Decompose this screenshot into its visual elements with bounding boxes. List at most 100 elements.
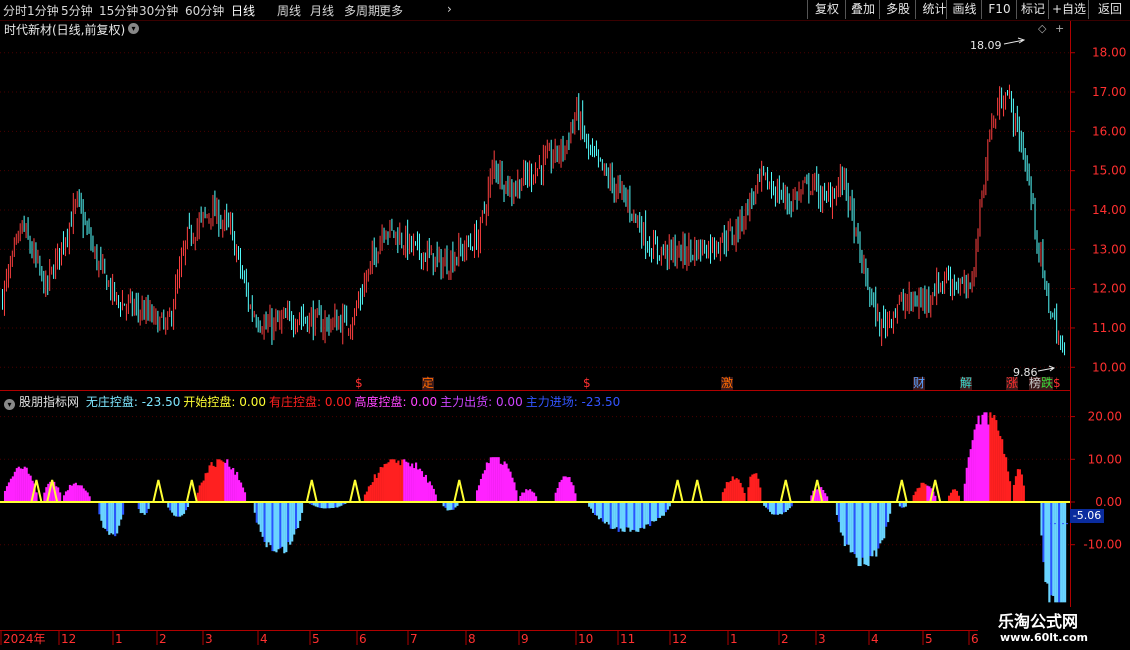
indicator-bar — [1008, 481, 1012, 502]
indicator-bar — [609, 502, 612, 529]
indicator-bar — [922, 482, 925, 502]
indicator-bar — [916, 488, 919, 502]
indicator-bar — [78, 485, 81, 502]
indicator-bar — [662, 502, 665, 516]
indicator-bar — [883, 502, 886, 539]
indicator-bar — [13, 471, 16, 502]
signal-flag-1[interactable]: 定 — [422, 377, 435, 390]
signal-flag-4[interactable]: 财 — [913, 377, 926, 390]
indicator-bar — [770, 502, 774, 515]
indicator-bar — [499, 463, 502, 502]
price-tick-label: 14.00 — [1092, 203, 1126, 217]
signal-flag-8[interactable]: 跌 — [1041, 377, 1054, 390]
indicator-bar — [208, 465, 211, 502]
indicator-bar — [389, 459, 392, 502]
indicator-bar — [721, 492, 724, 502]
indicator-bar — [422, 476, 426, 502]
indicator-bar — [625, 502, 628, 528]
indicator-bar — [259, 502, 262, 532]
indicator-bar — [363, 494, 367, 502]
indicator-bar — [562, 476, 565, 502]
signal-flag-6[interactable]: 涨 — [1006, 377, 1019, 390]
indicator-bar — [647, 502, 650, 525]
indicator-bar — [859, 502, 862, 567]
indicator-bar — [234, 474, 237, 502]
indicator-bar — [749, 476, 752, 502]
indicator-bar — [495, 457, 498, 502]
indicator-bar — [1044, 502, 1047, 583]
indicator-bar — [108, 502, 111, 535]
chart-canvas[interactable]: 10.0011.0012.0013.0014.0015.0016.0017.00… — [0, 0, 1130, 650]
indicator-bar — [651, 502, 654, 522]
indicator-bar — [881, 502, 884, 541]
indicator-bar — [1062, 502, 1065, 603]
indicator-bar — [279, 502, 282, 549]
indicator-bar — [300, 502, 304, 513]
indicator-bar — [11, 476, 15, 502]
signal-flag-7[interactable]: 榜 — [1029, 377, 1042, 390]
indicator-bar — [62, 495, 66, 502]
indicator-bar — [1060, 502, 1063, 603]
indicator-item-2: 有庄控盘: 0.00 — [268, 395, 352, 409]
date-label: 3 — [205, 632, 213, 646]
indicator-bar — [143, 502, 146, 515]
indicator-bar — [786, 502, 789, 511]
indicator-bar — [757, 478, 760, 502]
start-control-spike — [895, 479, 908, 503]
indicator-bar — [200, 482, 203, 502]
indicator-bar — [184, 502, 188, 511]
indicator-bar — [277, 502, 280, 550]
indicator-bar — [413, 468, 416, 502]
indicator-bar — [485, 462, 488, 502]
price-tick-label: 11.00 — [1092, 321, 1126, 335]
indicator-bar — [507, 468, 510, 502]
indicator-bar — [849, 502, 852, 553]
indicator-bar — [27, 473, 30, 502]
indicator-bar — [999, 435, 1002, 502]
indicator-bar — [1056, 502, 1059, 603]
indicator-bar — [381, 467, 384, 502]
indicator-bar — [747, 487, 750, 502]
signal-flag-3[interactable]: 激 — [721, 377, 734, 390]
date-label: 3 — [818, 632, 826, 646]
signal-flag-5[interactable]: 解 — [960, 377, 973, 390]
indicator-bar — [285, 502, 288, 553]
indicator-bar — [1046, 502, 1049, 584]
indicator-bar — [513, 482, 516, 502]
date-label: 2024年 — [3, 632, 46, 646]
indicator-bar — [841, 502, 844, 536]
signal-flag-0[interactable]: $ — [355, 377, 363, 390]
price-tick-label: 15.00 — [1092, 164, 1126, 178]
indicator-bar — [291, 502, 294, 542]
indicator-bar — [9, 478, 13, 502]
indicator-bar — [1005, 457, 1008, 502]
indicator-bar — [729, 480, 732, 502]
indicator-bar — [452, 502, 455, 510]
indicator-bar — [511, 477, 514, 502]
indicator-bar — [501, 464, 504, 502]
indicator-bar — [509, 471, 512, 502]
indicator-bar — [171, 502, 174, 513]
indicator-bar — [755, 473, 758, 502]
signal-flag-9[interactable]: $ — [1053, 377, 1061, 390]
indicator-bar — [666, 502, 669, 510]
indicator-bar — [1042, 502, 1045, 563]
indicator-bar — [66, 490, 70, 502]
signal-flag-2[interactable]: $ — [583, 377, 591, 390]
indicator-bar — [216, 459, 219, 502]
date-label: 1 — [730, 632, 738, 646]
date-label: 4 — [871, 632, 879, 646]
indicator-bar — [955, 490, 959, 502]
indicator-bar — [210, 462, 213, 502]
indicator-bar — [570, 482, 573, 502]
indicator-bars — [0, 412, 1070, 603]
indicator-bar — [977, 415, 980, 502]
indicator-bar — [871, 502, 874, 557]
indicator-bar — [633, 502, 636, 531]
start-control-spike — [305, 479, 318, 503]
indicator-bar — [1018, 469, 1021, 502]
indicator-bar — [885, 502, 888, 527]
indicator-bar — [102, 502, 105, 528]
indicator-menu-icon[interactable]: ▾ — [4, 399, 15, 410]
indicator-bar — [735, 478, 738, 502]
